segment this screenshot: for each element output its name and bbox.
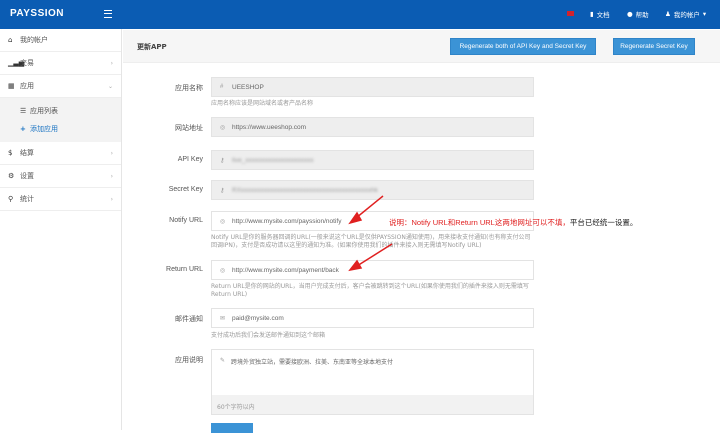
arrow-to-return: [356, 243, 393, 267]
annotation-arrows: [348, 195, 393, 272]
annotation-note: 说明：Notify URL和Return URL这两地网址可以不填，平台已经统一…: [389, 218, 638, 227]
arrowhead-return: [348, 259, 363, 272]
arrow-to-notify: [355, 195, 384, 219]
